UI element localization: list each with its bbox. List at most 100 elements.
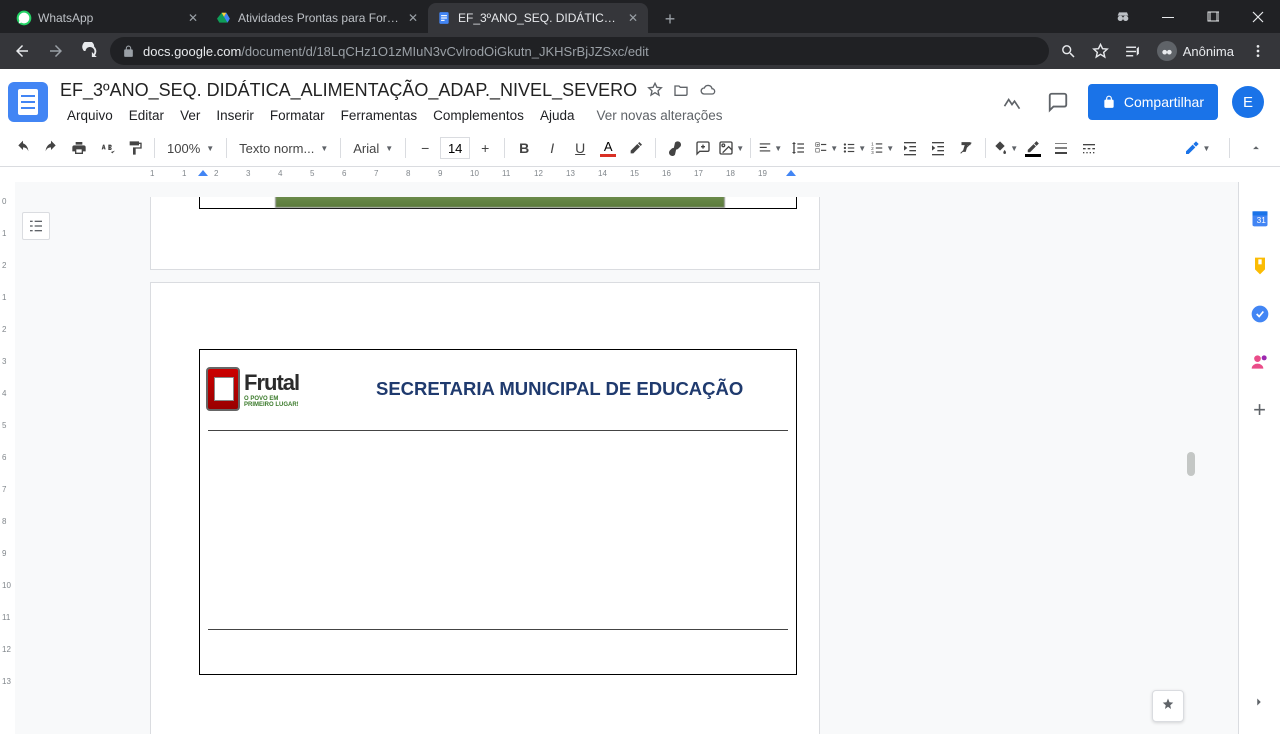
comments-icon[interactable] <box>1042 86 1074 118</box>
activity-icon[interactable] <box>996 86 1028 118</box>
print-button[interactable] <box>66 135 92 161</box>
menu-complementos[interactable]: Complementos <box>426 106 531 125</box>
url-text: docs.google.com/document/d/18LqCHz1O1zMI… <box>143 44 649 59</box>
lock-icon <box>122 45 135 58</box>
close-icon[interactable]: ✕ <box>626 11 640 25</box>
see-changes-link[interactable]: Ver novas alterações <box>589 106 729 125</box>
clear-formatting-button[interactable] <box>953 135 979 161</box>
editing-mode-button[interactable]: ▼ <box>1177 134 1217 162</box>
insert-link-button[interactable] <box>662 135 688 161</box>
underline-button[interactable]: U <box>567 135 593 161</box>
star-icon[interactable] <box>647 82 663 98</box>
menu-ajuda[interactable]: Ajuda <box>533 106 582 125</box>
menu-ferramentas[interactable]: Ferramentas <box>334 106 425 125</box>
back-button[interactable] <box>8 37 36 65</box>
fill-color-button[interactable]: ▼ <box>992 135 1018 161</box>
font-size-input[interactable]: 14 <box>440 137 470 159</box>
toolbar: 100%▼ Texto norm...▼ Arial▼ − 14 + B I U… <box>0 129 1280 167</box>
highlight-button[interactable] <box>623 135 649 161</box>
forward-button[interactable] <box>42 37 70 65</box>
border-width-button[interactable] <box>1048 135 1074 161</box>
line-spacing-button[interactable] <box>785 135 811 161</box>
menu-editar[interactable]: Editar <box>122 106 171 125</box>
collapse-toolbar-button[interactable] <box>1242 134 1270 162</box>
omnibox[interactable]: docs.google.com/document/d/18LqCHz1O1zMI… <box>110 37 1049 65</box>
decrease-font-button[interactable]: − <box>412 135 438 161</box>
border-color-button[interactable] <box>1020 135 1046 161</box>
menu-inserir[interactable]: Inserir <box>209 106 261 125</box>
new-tab-button[interactable]: + <box>656 5 684 33</box>
horizontal-rule <box>208 629 788 630</box>
close-icon[interactable]: ✕ <box>406 11 420 25</box>
browser-tab-whatsapp[interactable]: WhatsApp ✕ <box>8 3 208 33</box>
maximize-button[interactable] <box>1190 0 1235 33</box>
browser-tab-docs[interactable]: EF_3ºANO_SEQ. DIDÁTICA_ALIME ✕ <box>428 3 648 33</box>
embedded-image[interactable] <box>275 197 725 208</box>
chevron-down-icon: ▼ <box>736 144 744 153</box>
contacts-icon[interactable] <box>1250 352 1270 372</box>
left-margin-marker[interactable] <box>198 170 208 176</box>
increase-indent-button[interactable] <box>925 135 951 161</box>
paint-format-button[interactable] <box>122 135 148 161</box>
styles-select[interactable]: Texto norm...▼ <box>233 135 334 161</box>
ruler-tick: 10 <box>470 169 479 178</box>
profile-chip[interactable]: Anônima <box>1151 37 1240 65</box>
horizontal-ruler[interactable]: 112345678910111213141516171819 <box>0 167 1280 182</box>
right-margin-marker[interactable] <box>786 170 796 176</box>
tasks-icon[interactable] <box>1250 304 1270 324</box>
incognito-icon[interactable] <box>1100 0 1145 33</box>
insert-image-button[interactable]: ▼ <box>718 135 744 161</box>
calendar-icon[interactable]: 31 <box>1250 208 1270 228</box>
redo-button[interactable] <box>38 135 64 161</box>
lock-icon <box>1102 95 1116 109</box>
ruler-tick: 16 <box>662 169 671 178</box>
reload-button[interactable] <box>76 37 104 65</box>
browser-tab-drive[interactable]: Atividades Prontas para Formata ✕ <box>208 3 428 33</box>
increase-font-button[interactable]: + <box>472 135 498 161</box>
bulleted-list-button[interactable]: ▼ <box>841 135 867 161</box>
share-button[interactable]: Compartilhar <box>1088 84 1218 120</box>
border-dash-button[interactable] <box>1076 135 1102 161</box>
scrollbar-thumb[interactable] <box>1187 452 1195 476</box>
bookmark-icon[interactable] <box>1087 37 1115 65</box>
decrease-indent-button[interactable] <box>897 135 923 161</box>
document-title[interactable]: EF_3ºANO_SEQ. DIDÁTICA_ALIMENTAÇÃO_ADAP.… <box>60 80 637 101</box>
undo-button[interactable] <box>10 135 36 161</box>
browser-menu-button[interactable] <box>1244 37 1272 65</box>
reading-list-icon[interactable] <box>1119 37 1147 65</box>
font-select[interactable]: Arial▼ <box>347 135 399 161</box>
close-window-button[interactable] <box>1235 0 1280 33</box>
hide-side-panel-button[interactable] <box>1252 695 1266 709</box>
align-button[interactable]: ▼ <box>757 135 783 161</box>
ruler-tick: 9 <box>438 169 442 178</box>
menu-formatar[interactable]: Formatar <box>263 106 332 125</box>
document-page-prev[interactable] <box>150 197 820 270</box>
add-addon-button[interactable]: + <box>1250 400 1270 420</box>
numbered-list-button[interactable]: 123▼ <box>869 135 895 161</box>
menu-arquivo[interactable]: Arquivo <box>60 106 120 125</box>
menu-ver[interactable]: Ver <box>173 106 207 125</box>
docs-logo[interactable] <box>8 82 48 122</box>
document-header-title: SECRETARIA MUNICIPAL DE EDUCAÇÃO <box>376 378 743 400</box>
insert-comment-button[interactable] <box>690 135 716 161</box>
url-host: docs.google.com <box>143 44 241 59</box>
italic-button[interactable]: I <box>539 135 565 161</box>
share-label: Compartilhar <box>1124 94 1204 110</box>
text-color-button[interactable]: A <box>595 135 621 161</box>
keep-icon[interactable] <box>1250 256 1270 276</box>
move-icon[interactable] <box>673 82 689 98</box>
separator <box>750 138 751 158</box>
canvas-area[interactable]: 01212345678910111213 Frutal O <box>0 182 1238 734</box>
explore-button[interactable] <box>1152 690 1184 722</box>
spellcheck-button[interactable] <box>94 135 120 161</box>
cloud-icon[interactable] <box>699 82 717 98</box>
account-avatar[interactable]: E <box>1232 86 1264 118</box>
close-icon[interactable]: ✕ <box>186 11 200 25</box>
checklist-button[interactable]: ▼ <box>813 135 839 161</box>
bold-button[interactable]: B <box>511 135 537 161</box>
zoom-select[interactable]: 100%▼ <box>161 135 220 161</box>
minimize-button[interactable] <box>1145 0 1190 33</box>
horizontal-rule <box>208 430 788 431</box>
document-page[interactable]: Frutal O POVO EM PRIMEIRO LUGAR! SECRETA… <box>150 282 820 734</box>
zoom-icon[interactable] <box>1055 37 1083 65</box>
